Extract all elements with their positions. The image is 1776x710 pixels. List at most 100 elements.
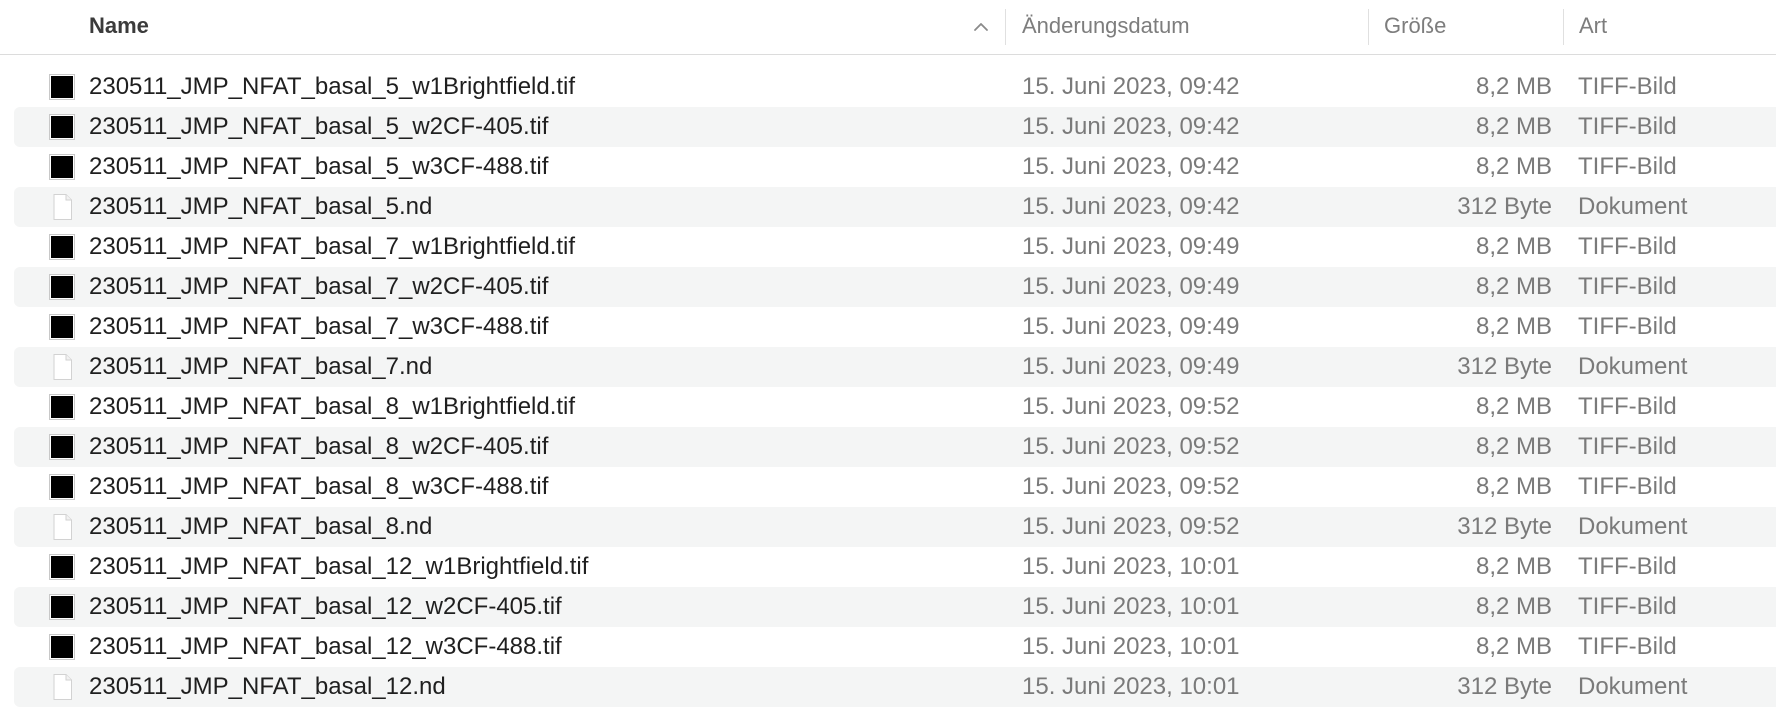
file-size: 8,2 MB (1475, 553, 1552, 580)
file-row[interactable]: 230511_JMP_NFAT_basal_5_w1Brightfield.ti… (0, 67, 1776, 107)
file-kind: TIFF-Bild (1578, 473, 1677, 500)
sort-ascending-chevron-icon[interactable] (972, 18, 990, 36)
document-icon[interactable] (48, 353, 76, 381)
file-date-modified: 15. Juni 2023, 10:01 (1022, 593, 1240, 620)
file-date-modified: 15. Juni 2023, 09:52 (1022, 513, 1240, 540)
tiff-image-icon[interactable] (48, 233, 76, 261)
file-date-modified: 15. Juni 2023, 09:49 (1022, 233, 1240, 260)
finder-list-view: Name Änderungsdatum Größe Art 230511_JMP… (0, 0, 1776, 710)
file-kind: Dokument (1578, 193, 1688, 220)
tiff-image-icon[interactable] (48, 273, 76, 301)
file-row[interactable]: 230511_JMP_NFAT_basal_12_w3CF-488.tif 15.… (0, 627, 1776, 667)
file-row[interactable]: 230511_JMP_NFAT_basal_8_w2CF-405.tif 15. … (0, 427, 1776, 467)
column-header-name[interactable]: Name (89, 0, 149, 54)
file-date-modified: 15. Juni 2023, 09:49 (1022, 353, 1240, 380)
file-name: 230511_JMP_NFAT_basal_8_w2CF-405.tif (89, 433, 549, 460)
tiff-image-icon[interactable] (48, 593, 76, 621)
tiff-image-icon[interactable] (48, 113, 76, 141)
file-date-modified: 15. Juni 2023, 09:42 (1022, 113, 1240, 140)
column-divider[interactable] (1005, 9, 1006, 45)
file-row[interactable]: 230511_JMP_NFAT_basal_7_w2CF-405.tif 15. … (0, 267, 1776, 307)
tiff-image-icon[interactable] (48, 433, 76, 461)
column-header-kind[interactable]: Art (1579, 0, 1607, 54)
column-header-bar: Name Änderungsdatum Größe Art (0, 0, 1776, 55)
file-size: 312 Byte (1457, 673, 1552, 700)
document-icon[interactable] (48, 193, 76, 221)
file-size: 8,2 MB (1475, 313, 1552, 340)
file-list: 230511_JMP_NFAT_basal_5_w1Brightfield.ti… (0, 67, 1776, 707)
file-name: 230511_JMP_NFAT_basal_7.nd (89, 353, 433, 380)
file-size: 8,2 MB (1475, 433, 1552, 460)
file-row[interactable]: 230511_JMP_NFAT_basal_8.nd 15. Juni 2023,… (0, 507, 1776, 547)
file-name: 230511_JMP_NFAT_basal_12.nd (89, 673, 446, 700)
document-icon[interactable] (48, 673, 76, 701)
tiff-image-icon[interactable] (48, 393, 76, 421)
column-divider[interactable] (1563, 9, 1564, 45)
file-date-modified: 15. Juni 2023, 09:49 (1022, 273, 1240, 300)
file-kind: TIFF-Bild (1578, 273, 1677, 300)
file-kind: TIFF-Bild (1578, 553, 1677, 580)
tiff-image-icon[interactable] (48, 553, 76, 581)
file-kind: TIFF-Bild (1578, 113, 1677, 140)
file-size: 8,2 MB (1475, 113, 1552, 140)
column-header-date-modified[interactable]: Änderungsdatum (1022, 0, 1190, 54)
file-row[interactable]: 230511_JMP_NFAT_basal_8_w3CF-488.tif 15. … (0, 467, 1776, 507)
file-row[interactable]: 230511_JMP_NFAT_basal_7_w1Brightfield.ti… (0, 227, 1776, 267)
document-icon[interactable] (48, 513, 76, 541)
file-row[interactable]: 230511_JMP_NFAT_basal_8_w1Brightfield.ti… (0, 387, 1776, 427)
column-divider[interactable] (1368, 9, 1369, 45)
file-date-modified: 15. Juni 2023, 09:42 (1022, 73, 1240, 100)
file-kind: Dokument (1578, 353, 1688, 380)
tiff-image-icon[interactable] (48, 73, 76, 101)
file-row[interactable]: 230511_JMP_NFAT_basal_12_w1Brightfield.t… (0, 547, 1776, 587)
file-row[interactable]: 230511_JMP_NFAT_basal_5_w2CF-405.tif 15. … (0, 107, 1776, 147)
file-date-modified: 15. Juni 2023, 09:42 (1022, 153, 1240, 180)
file-row[interactable]: 230511_JMP_NFAT_basal_7.nd 15. Juni 2023,… (0, 347, 1776, 387)
file-date-modified: 15. Juni 2023, 09:42 (1022, 193, 1240, 220)
file-name: 230511_JMP_NFAT_basal_8_w3CF-488.tif (89, 473, 549, 500)
column-header-size[interactable]: Größe (1384, 0, 1446, 54)
tiff-image-icon[interactable] (48, 633, 76, 661)
file-size: 8,2 MB (1475, 393, 1552, 420)
tiff-image-icon[interactable] (48, 473, 76, 501)
file-date-modified: 15. Juni 2023, 09:52 (1022, 433, 1240, 460)
file-kind: TIFF-Bild (1578, 233, 1677, 260)
file-date-modified: 15. Juni 2023, 10:01 (1022, 673, 1240, 700)
file-date-modified: 15. Juni 2023, 10:01 (1022, 633, 1240, 660)
file-kind: TIFF-Bild (1578, 633, 1677, 660)
file-kind: TIFF-Bild (1578, 73, 1677, 100)
file-size: 312 Byte (1457, 513, 1552, 540)
file-name: 230511_JMP_NFAT_basal_5_w1Brightfield.ti… (89, 73, 576, 100)
file-row[interactable]: 230511_JMP_NFAT_basal_12.nd 15. Juni 2023… (0, 667, 1776, 707)
file-row[interactable]: 230511_JMP_NFAT_basal_12_w2CF-405.tif 15.… (0, 587, 1776, 627)
file-name: 230511_JMP_NFAT_basal_8_w1Brightfield.ti… (89, 393, 576, 420)
file-row[interactable]: 230511_JMP_NFAT_basal_5_w3CF-488.tif 15. … (0, 147, 1776, 187)
file-size: 8,2 MB (1475, 153, 1552, 180)
tiff-image-icon[interactable] (48, 313, 76, 341)
file-name: 230511_JMP_NFAT_basal_12_w2CF-405.tif (89, 593, 562, 620)
file-name: 230511_JMP_NFAT_basal_12_w3CF-488.tif (89, 633, 562, 660)
file-size: 8,2 MB (1475, 273, 1552, 300)
file-name: 230511_JMP_NFAT_basal_5_w2CF-405.tif (89, 113, 549, 140)
file-kind: TIFF-Bild (1578, 393, 1677, 420)
file-kind: Dokument (1578, 513, 1688, 540)
tiff-image-icon[interactable] (48, 153, 76, 181)
file-size: 8,2 MB (1475, 593, 1552, 620)
file-size: 312 Byte (1457, 193, 1552, 220)
file-kind: Dokument (1578, 673, 1688, 700)
file-kind: TIFF-Bild (1578, 433, 1677, 460)
file-kind: TIFF-Bild (1578, 313, 1677, 340)
file-size: 8,2 MB (1475, 633, 1552, 660)
file-kind: TIFF-Bild (1578, 593, 1677, 620)
file-date-modified: 15. Juni 2023, 09:52 (1022, 473, 1240, 500)
file-size: 8,2 MB (1475, 233, 1552, 260)
file-row[interactable]: 230511_JMP_NFAT_basal_5.nd 15. Juni 2023,… (0, 187, 1776, 227)
file-size: 312 Byte (1457, 353, 1552, 380)
file-size: 8,2 MB (1475, 73, 1552, 100)
file-name: 230511_JMP_NFAT_basal_12_w1Brightfield.t… (89, 553, 589, 580)
file-name: 230511_JMP_NFAT_basal_7_w1Brightfield.ti… (89, 233, 576, 260)
file-name: 230511_JMP_NFAT_basal_5_w3CF-488.tif (89, 153, 549, 180)
file-size: 8,2 MB (1475, 473, 1552, 500)
file-name: 230511_JMP_NFAT_basal_8.nd (89, 513, 433, 540)
file-row[interactable]: 230511_JMP_NFAT_basal_7_w3CF-488.tif 15. … (0, 307, 1776, 347)
